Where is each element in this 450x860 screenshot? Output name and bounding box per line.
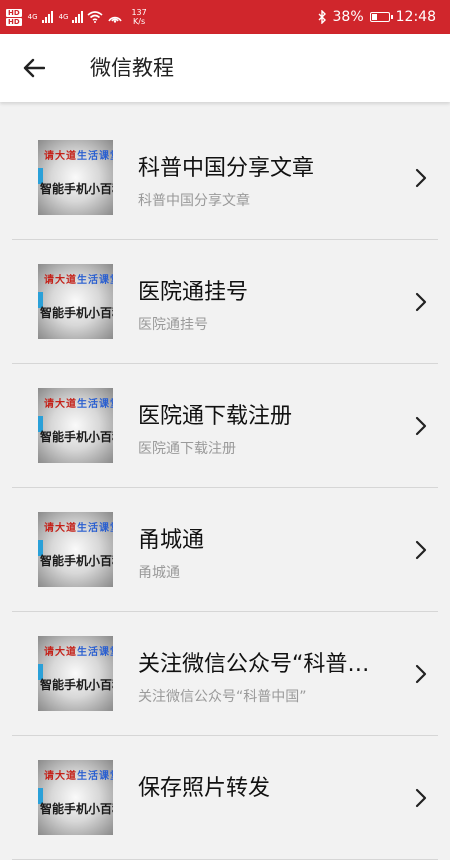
page-title: 微信教程	[90, 56, 174, 80]
battery-icon	[369, 12, 393, 22]
chevron-right-icon	[415, 168, 427, 188]
thumbnail-caption-top: 请大道生活课堂	[44, 151, 113, 162]
tutorial-list: 请大道生活课堂 智能手机小百科 科普中国分享文章 科普中国分享文章 请大道生活课…	[0, 116, 450, 860]
wifi-icon	[87, 11, 103, 23]
clock: 12:48	[395, 9, 436, 25]
item-subtitle: 甬城通	[138, 565, 180, 581]
thumbnail-caption-bottom: 智能手机小百科	[40, 678, 113, 692]
thumbnail-caption-top: 请大道生活课堂	[44, 647, 113, 658]
chevron-right-icon	[415, 664, 427, 684]
item-thumbnail: 请大道生活课堂 智能手机小百科	[38, 760, 113, 835]
item-subtitle: 关注微信公众号“科普中国”	[138, 689, 307, 705]
network-type: 4G	[28, 13, 38, 21]
status-right: 38% 12:48	[318, 0, 436, 34]
network-speed-value: 137	[131, 8, 147, 17]
network-type-label: 4G	[27, 13, 38, 21]
item-title: 医院通挂号	[138, 280, 249, 305]
thumbnail-caption-bottom: 智能手机小百科	[40, 306, 113, 320]
back-button[interactable]	[14, 48, 54, 88]
network-speed: 137 K/s	[131, 8, 146, 26]
network-type: 4G	[59, 13, 69, 21]
thumbnail-caption-bottom: 智能手机小百科	[40, 182, 113, 196]
item-thumbnail: 请大道生活课堂 智能手机小百科	[38, 140, 113, 215]
network-type-label: 4G	[58, 13, 69, 21]
thumbnail-caption-top: 请大道生活课堂	[44, 275, 113, 286]
list-item[interactable]: 请大道生活课堂 智能手机小百科 医院通下载注册 医院通下载注册	[0, 364, 450, 488]
list-item[interactable]: 请大道生活课堂 智能手机小百科 科普中国分享文章 科普中国分享文章	[0, 116, 450, 240]
battery-percent: 38%	[332, 9, 364, 25]
item-title: 科普中国分享文章	[138, 156, 315, 181]
signal-icon	[41, 11, 53, 23]
item-thumbnail: 请大道生活课堂 智能手机小百科	[38, 388, 113, 463]
thumbnail-caption-bottom: 智能手机小百科	[40, 802, 113, 816]
thumbnail-caption-top: 请大道生活课堂	[44, 771, 113, 782]
item-title: 关注微信公众号“科普中国”	[138, 652, 378, 677]
thumbnail-caption-top: 请大道生活课堂	[44, 523, 113, 534]
item-subtitle: 医院通挂号	[138, 317, 208, 333]
item-thumbnail: 请大道生活课堂 智能手机小百科	[38, 636, 113, 711]
bluetooth-icon	[318, 10, 326, 24]
list-item[interactable]: 请大道生活课堂 智能手机小百科 关注微信公众号“科普中国” 关注微信公众号“科普…	[0, 612, 450, 736]
item-title: 医院通下载注册	[138, 404, 293, 429]
app-bar: 微信教程	[0, 34, 450, 102]
item-subtitle: 医院通下载注册	[138, 441, 236, 457]
hd-badge: HD	[6, 17, 22, 26]
item-thumbnail: 请大道生活课堂 智能手机小百科	[38, 264, 113, 339]
list-item[interactable]: 请大道生活课堂 智能手机小百科 保存照片转发	[0, 736, 450, 860]
chevron-right-icon	[415, 416, 427, 436]
thumbnail-caption-bottom: 智能手机小百科	[40, 554, 113, 568]
item-title: 保存照片转发	[138, 776, 271, 801]
thumbnail-caption-bottom: 智能手机小百科	[40, 430, 113, 444]
chevron-right-icon	[415, 292, 427, 312]
chevron-right-icon	[415, 788, 427, 808]
hd-badge: HD	[6, 8, 22, 17]
item-thumbnail: 请大道生活课堂 智能手机小百科	[38, 512, 113, 587]
list-item[interactable]: 请大道生活课堂 智能手机小百科 甬城通 甬城通	[0, 488, 450, 612]
status-left: HD HD 4G 4G 137 K/s	[6, 3, 147, 31]
item-title: 甬城通	[138, 528, 205, 553]
battery-level-fill	[371, 14, 378, 20]
status-bar: HD HD 4G 4G 137 K/s 38% 12:48	[0, 0, 450, 34]
chevron-right-icon	[415, 540, 427, 560]
item-subtitle: 科普中国分享文章	[138, 193, 250, 209]
network-speed-unit: K/s	[133, 17, 146, 26]
back-arrow-icon	[23, 58, 45, 78]
signal-icon	[72, 11, 84, 23]
list-item[interactable]: 请大道生活课堂 智能手机小百科 医院通挂号 医院通挂号	[0, 240, 450, 364]
hd-indicators: HD HD	[6, 8, 22, 26]
thumbnail-caption-top: 请大道生活课堂	[44, 399, 113, 410]
hotspot-icon	[108, 16, 123, 23]
